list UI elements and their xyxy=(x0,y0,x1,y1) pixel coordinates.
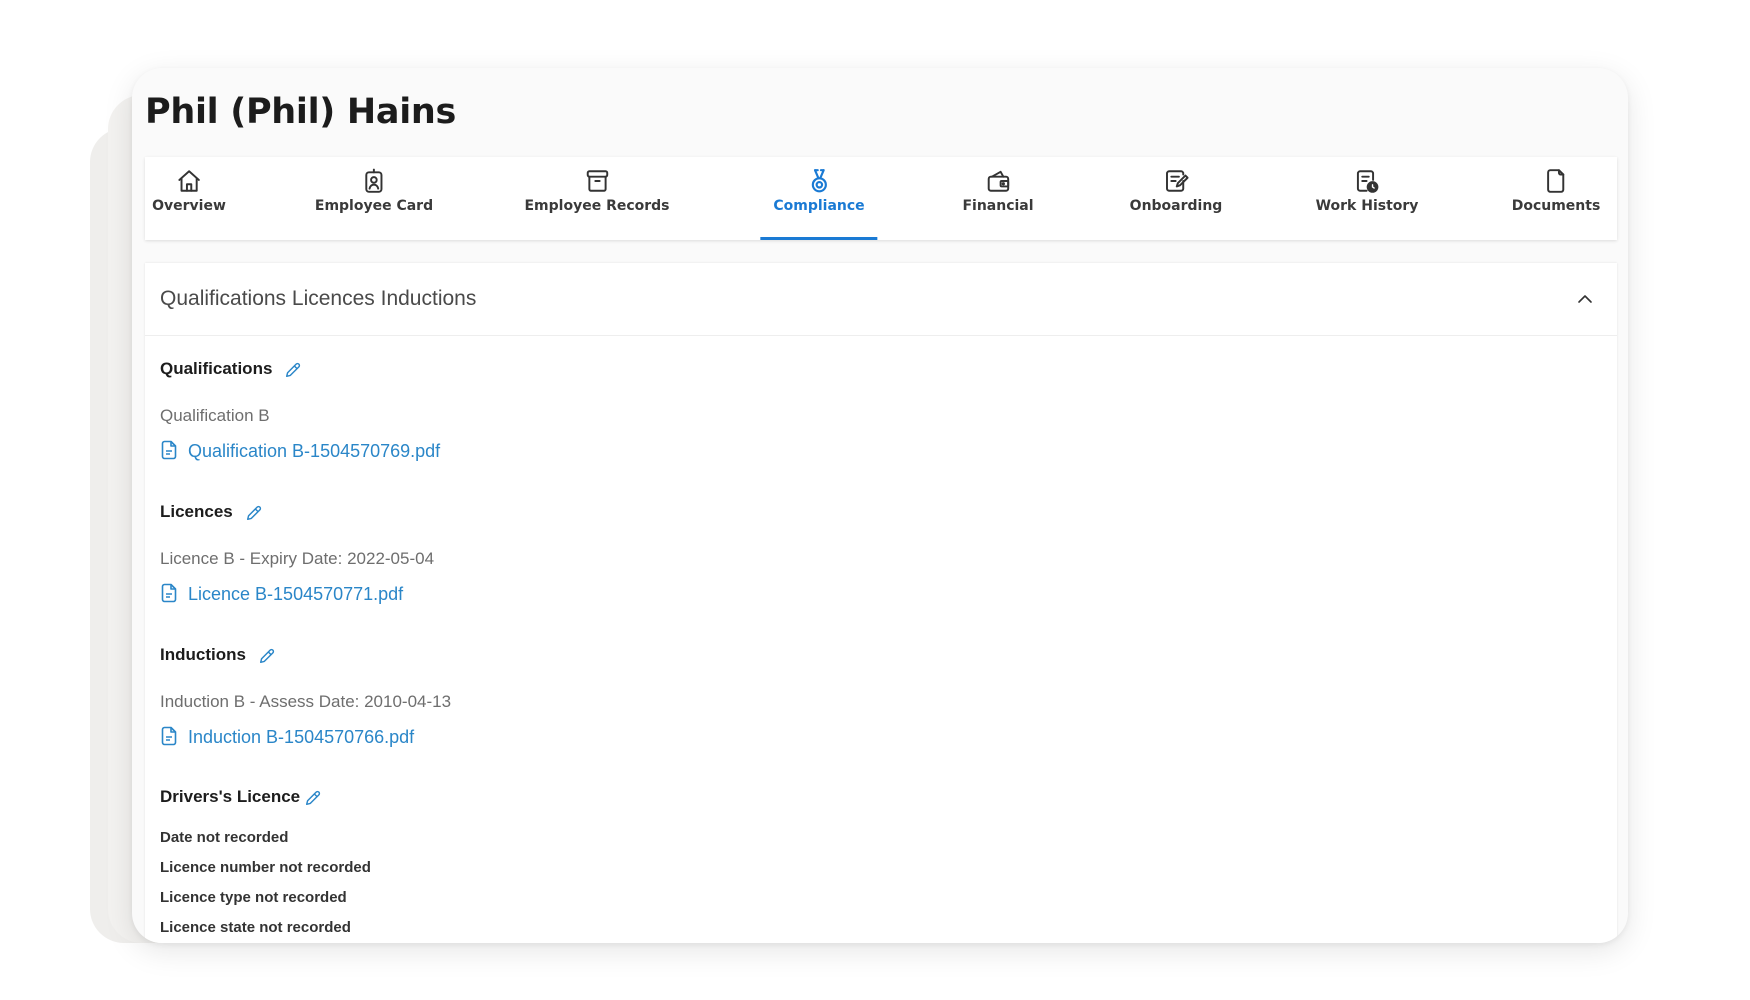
pencil-icon[interactable] xyxy=(258,647,276,665)
tab-label: Employee Records xyxy=(524,198,670,214)
induction-item: Induction B - Assess Date: 2010-04-13 xyxy=(160,692,452,711)
drivers-licence-number: Licence number not recorded xyxy=(160,859,371,876)
induction-file-link[interactable]: Induction B-1504570766.pdf xyxy=(160,726,414,748)
tab-overview[interactable]: Overview xyxy=(152,157,226,240)
drivers-licence-type: Licence type not recorded xyxy=(160,889,347,906)
id-badge-icon xyxy=(365,168,383,193)
home-icon xyxy=(178,170,200,192)
tab-onboarding[interactable]: Onboarding xyxy=(1129,157,1223,240)
qualifications-heading-label: Qualifications xyxy=(160,359,273,378)
page-title: Phil (Phil) Hains xyxy=(145,92,457,132)
licence-file-name[interactable]: Licence B-1504570771.pdf xyxy=(188,584,403,604)
archive-box-icon xyxy=(586,170,608,192)
file-icon xyxy=(161,726,177,746)
pencil-icon[interactable] xyxy=(245,504,263,522)
qualification-file-link[interactable]: Qualification B-1504570769.pdf xyxy=(160,440,440,462)
licence-file-link[interactable]: Licence B-1504570771.pdf xyxy=(160,583,403,605)
inductions-heading: Inductions xyxy=(160,645,276,665)
medal-icon xyxy=(811,169,827,193)
drivers-licence-state: Licence state not recorded xyxy=(160,919,351,936)
file-icon xyxy=(161,440,177,460)
tab-work-history[interactable]: Work History xyxy=(1315,157,1419,240)
tab-documents[interactable]: Documents xyxy=(1511,157,1601,240)
tab-label: Overview xyxy=(152,198,226,214)
tab-label: Financial xyxy=(962,198,1034,214)
tab-employee-card[interactable]: Employee Card xyxy=(315,157,433,240)
induction-file-name[interactable]: Induction B-1504570766.pdf xyxy=(188,727,414,747)
document-icon xyxy=(1547,169,1565,193)
employee-profile-card: Phil (Phil) Hains Overview Employee Card… xyxy=(132,68,1628,943)
inductions-heading-label: Inductions xyxy=(160,645,246,664)
tab-label: Compliance xyxy=(773,198,865,214)
drivers-licence-heading: Drivers's Licence xyxy=(160,787,322,807)
tab-label: Work History xyxy=(1315,198,1419,214)
licence-item: Licence B - Expiry Date: 2022-05-04 xyxy=(160,549,435,568)
licences-heading-label: Licences xyxy=(160,502,233,521)
wallet-icon xyxy=(987,170,1009,192)
tab-employee-records[interactable]: Employee Records xyxy=(524,157,670,240)
pencil-icon[interactable] xyxy=(284,361,302,379)
profile-tabs: Overview Employee Card Employee Records … xyxy=(145,157,1617,240)
qualifications-licences-inductions-panel: Qualifications Licences Inductions Quali… xyxy=(145,263,1617,943)
document-clock-icon xyxy=(1357,170,1379,193)
tab-compliance[interactable]: Compliance xyxy=(760,157,879,240)
panel-title: Qualifications Licences Inductions xyxy=(160,287,477,310)
tab-label: Onboarding xyxy=(1129,198,1223,214)
drivers-licence-heading-label: Drivers's Licence xyxy=(160,787,301,806)
pencil-icon[interactable] xyxy=(304,789,322,807)
file-icon xyxy=(161,583,177,603)
qualification-file-name[interactable]: Qualification B-1504570769.pdf xyxy=(188,441,440,461)
tab-label: Employee Card xyxy=(314,198,434,214)
qualifications-heading: Qualifications xyxy=(160,359,302,379)
tab-label: Documents xyxy=(1511,198,1601,214)
drivers-licence-date: Date not recorded xyxy=(160,829,289,846)
chevron-up-icon[interactable] xyxy=(1575,289,1595,309)
licences-heading: Licences xyxy=(160,502,263,522)
panel-header[interactable]: Qualifications Licences Inductions xyxy=(145,263,1617,336)
tab-financial[interactable]: Financial xyxy=(962,157,1034,240)
qualification-item: Qualification B xyxy=(160,406,270,425)
edit-document-icon xyxy=(1166,170,1189,192)
